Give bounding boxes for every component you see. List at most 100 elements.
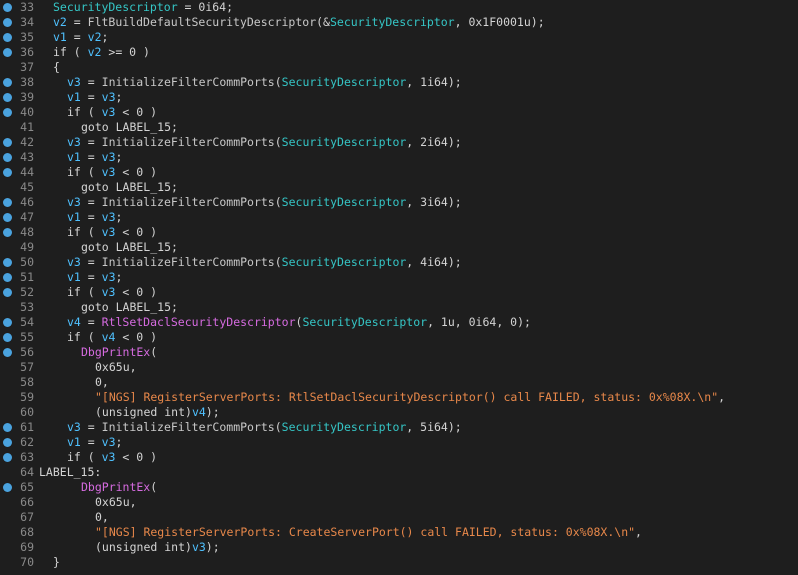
code-line[interactable]: 47 v1 = v3; bbox=[0, 210, 798, 225]
code-line[interactable]: 65 DbgPrintEx( bbox=[0, 480, 798, 495]
code-token-sd[interactable]: SecurityDescriptor bbox=[302, 315, 427, 329]
code-token-var[interactable]: v2 bbox=[53, 15, 67, 29]
code-token-var[interactable]: v1 bbox=[53, 30, 67, 44]
pseudocode-view[interactable]: 33 SecurityDescriptor = 0i64; 34 v2 = FltBu… bbox=[0, 0, 798, 575]
code-token-var[interactable]: v4 bbox=[102, 330, 116, 344]
code-token-var[interactable]: v1 bbox=[67, 270, 81, 284]
code-token-sd[interactable]: SecurityDescriptor bbox=[282, 75, 407, 89]
code-token-sd[interactable]: SecurityDescriptor bbox=[282, 420, 407, 434]
code-token-var[interactable]: v3 bbox=[102, 150, 116, 164]
code-token-var[interactable]: v3 bbox=[102, 225, 116, 239]
breakpoint-dot-icon[interactable] bbox=[3, 438, 12, 447]
code-token-var[interactable]: v3 bbox=[102, 105, 116, 119]
code-token-var[interactable]: v1 bbox=[67, 150, 81, 164]
code-line[interactable]: 53 goto LABEL_15; bbox=[0, 300, 798, 315]
code-token-func[interactable]: InitializeFilterCommPorts bbox=[102, 75, 275, 89]
breakpoint-dot-icon[interactable] bbox=[3, 3, 12, 12]
breakpoint-dot-icon[interactable] bbox=[3, 48, 12, 57]
code-token-func[interactable]: InitializeFilterCommPorts bbox=[102, 420, 275, 434]
breakpoint-dot-icon[interactable] bbox=[3, 108, 12, 117]
code-line[interactable]: 38 v3 = InitializeFilterCommPorts(Securit… bbox=[0, 75, 798, 90]
code-token-api[interactable]: DbgPrintEx bbox=[81, 480, 150, 494]
code-line[interactable]: 51 v1 = v3; bbox=[0, 270, 798, 285]
code-line[interactable]: 67 0, bbox=[0, 510, 798, 525]
code-token-var[interactable]: v1 bbox=[67, 90, 81, 104]
code-line[interactable]: 48 if ( v3 < 0 ) bbox=[0, 225, 798, 240]
code-token-var[interactable]: v3 bbox=[102, 165, 116, 179]
breakpoint-dot-icon[interactable] bbox=[3, 318, 12, 327]
code-token-var[interactable]: v1 bbox=[67, 210, 81, 224]
code-token-str[interactable]: "[NGS] RegisterServerPorts: CreateServer… bbox=[95, 525, 635, 539]
code-line[interactable]: 33 SecurityDescriptor = 0i64; bbox=[0, 0, 798, 15]
breakpoint-dot-icon[interactable] bbox=[3, 213, 12, 222]
code-token-str[interactable]: "[NGS] RegisterServerPorts: RtlSetDaclSe… bbox=[95, 390, 718, 404]
code-line[interactable]: 49 goto LABEL_15; bbox=[0, 240, 798, 255]
code-token-func[interactable]: InitializeFilterCommPorts bbox=[102, 195, 275, 209]
code-line[interactable]: 68 "[NGS] RegisterServerPorts: CreateServ… bbox=[0, 525, 798, 540]
breakpoint-dot-icon[interactable] bbox=[3, 93, 12, 102]
code-line[interactable]: 37 { bbox=[0, 60, 798, 75]
code-token-sd[interactable]: SecurityDescriptor bbox=[282, 135, 407, 149]
code-token-var[interactable]: v3 bbox=[102, 90, 116, 104]
code-line[interactable]: 42 v3 = InitializeFilterCommPorts(Securit… bbox=[0, 135, 798, 150]
breakpoint-dot-icon[interactable] bbox=[3, 348, 12, 357]
code-token-api[interactable]: RtlSetDaclSecurityDescriptor bbox=[102, 315, 296, 329]
code-token-var[interactable]: v3 bbox=[102, 450, 116, 464]
code-line[interactable]: 34 v2 = FltBuildDefaultSecurityDescriptor… bbox=[0, 15, 798, 30]
code-line[interactable]: 55 if ( v4 < 0 ) bbox=[0, 330, 798, 345]
breakpoint-dot-icon[interactable] bbox=[3, 33, 12, 42]
code-line[interactable]: 40 if ( v3 < 0 ) bbox=[0, 105, 798, 120]
code-line[interactable]: 56 DbgPrintEx( bbox=[0, 345, 798, 360]
code-token-var[interactable]: v3 bbox=[67, 420, 81, 434]
code-line[interactable]: 57 0x65u, bbox=[0, 360, 798, 375]
code-token-var[interactable]: v3 bbox=[102, 435, 116, 449]
code-token-var[interactable]: v3 bbox=[67, 195, 81, 209]
code-token-var[interactable]: v4 bbox=[67, 315, 81, 329]
code-token-sd[interactable]: SecurityDescriptor bbox=[330, 15, 455, 29]
code-line[interactable]: 61 v3 = InitializeFilterCommPorts(Securit… bbox=[0, 420, 798, 435]
code-line[interactable]: 70} bbox=[0, 555, 798, 570]
code-line[interactable]: 39 v1 = v3; bbox=[0, 90, 798, 105]
code-line[interactable]: 35 v1 = v2; bbox=[0, 30, 798, 45]
code-token-var[interactable]: v3 bbox=[102, 270, 116, 284]
code-line[interactable]: 58 0, bbox=[0, 375, 798, 390]
code-line[interactable]: 44 if ( v3 < 0 ) bbox=[0, 165, 798, 180]
code-line[interactable]: 60 (unsigned int)v4); bbox=[0, 405, 798, 420]
breakpoint-dot-icon[interactable] bbox=[3, 258, 12, 267]
breakpoint-dot-icon[interactable] bbox=[3, 273, 12, 282]
breakpoint-dot-icon[interactable] bbox=[3, 453, 12, 462]
code-token-var[interactable]: v3 bbox=[102, 285, 116, 299]
code-line[interactable]: 54 v4 = RtlSetDaclSecurityDescriptor(Secu… bbox=[0, 315, 798, 330]
code-token-var[interactable]: v3 bbox=[102, 210, 116, 224]
breakpoint-dot-icon[interactable] bbox=[3, 333, 12, 342]
code-line[interactable]: 69 (unsigned int)v3); bbox=[0, 540, 798, 555]
code-token-var[interactable]: v3 bbox=[67, 75, 81, 89]
code-token-func[interactable]: InitializeFilterCommPorts bbox=[102, 255, 275, 269]
breakpoint-dot-icon[interactable] bbox=[3, 423, 12, 432]
code-line[interactable]: 64 LABEL_15: bbox=[0, 465, 798, 480]
code-line[interactable]: 46 v3 = InitializeFilterCommPorts(Securit… bbox=[0, 195, 798, 210]
breakpoint-dot-icon[interactable] bbox=[3, 78, 12, 87]
code-token-var[interactable]: v3 bbox=[192, 540, 206, 554]
breakpoint-dot-icon[interactable] bbox=[3, 18, 12, 27]
code-token-var[interactable]: v3 bbox=[67, 135, 81, 149]
code-line[interactable]: 45 goto LABEL_15; bbox=[0, 180, 798, 195]
breakpoint-dot-icon[interactable] bbox=[3, 138, 12, 147]
breakpoint-dot-icon[interactable] bbox=[3, 228, 12, 237]
code-token-sd[interactable]: SecurityDescriptor bbox=[282, 255, 407, 269]
code-token-func[interactable]: InitializeFilterCommPorts bbox=[102, 135, 275, 149]
code-token-sd[interactable]: SecurityDescriptor bbox=[282, 195, 407, 209]
breakpoint-dot-icon[interactable] bbox=[3, 153, 12, 162]
breakpoint-dot-icon[interactable] bbox=[3, 288, 12, 297]
code-line[interactable]: 59 "[NGS] RegisterServerPorts: RtlSetDacl… bbox=[0, 390, 798, 405]
code-token-func[interactable]: FltBuildDefaultSecurityDescriptor bbox=[88, 15, 316, 29]
breakpoint-dot-icon[interactable] bbox=[3, 198, 12, 207]
code-token-var[interactable]: v4 bbox=[192, 405, 206, 419]
code-line[interactable]: 52 if ( v3 < 0 ) bbox=[0, 285, 798, 300]
code-line[interactable]: 50 v3 = InitializeFilterCommPorts(Securit… bbox=[0, 255, 798, 270]
code-line[interactable]: 66 0x65u, bbox=[0, 495, 798, 510]
code-token-var[interactable]: v1 bbox=[67, 435, 81, 449]
code-line[interactable]: 62 v1 = v3; bbox=[0, 435, 798, 450]
breakpoint-dot-icon[interactable] bbox=[3, 483, 12, 492]
code-token-var[interactable]: v3 bbox=[67, 255, 81, 269]
